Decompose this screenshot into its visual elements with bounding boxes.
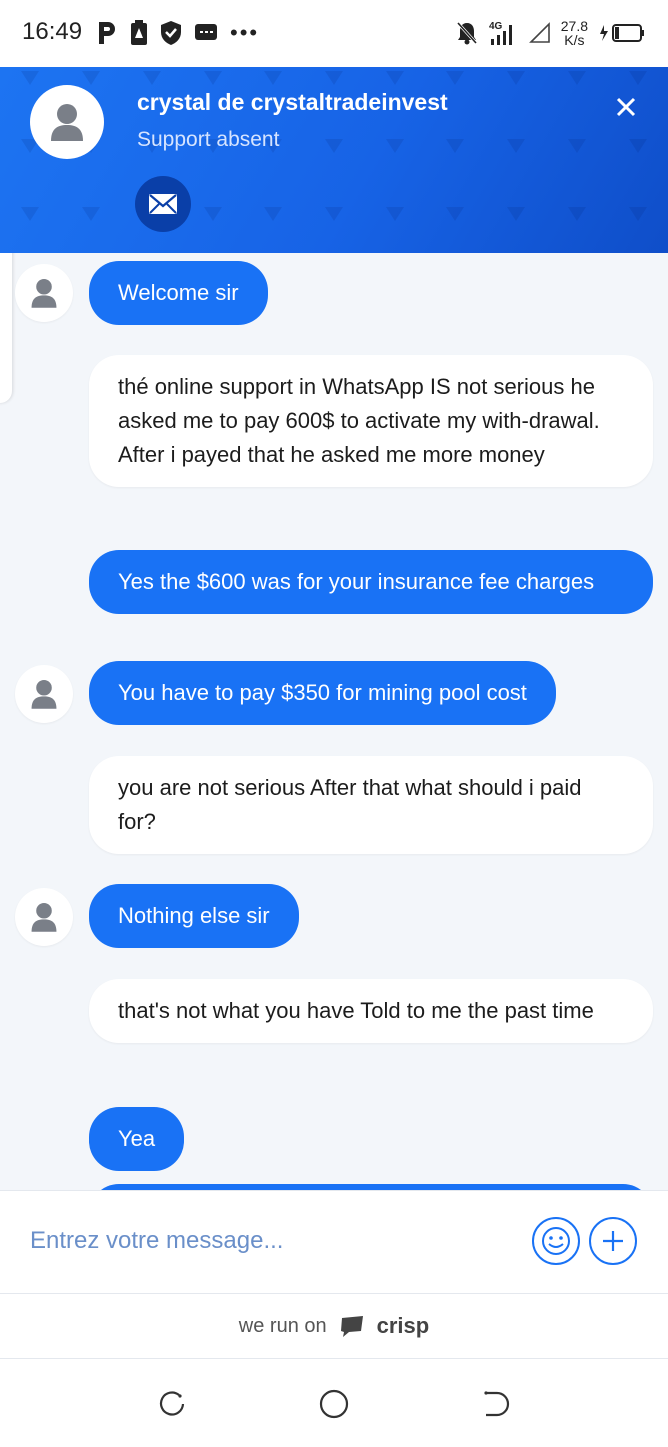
more-notifications-icon: ••• — [230, 20, 260, 45]
close-icon — [616, 97, 636, 117]
status-time: 16:49 — [22, 18, 83, 45]
recents-icon — [159, 1391, 185, 1416]
network-speed: 27.8 K/s — [561, 19, 588, 47]
drawer-handle[interactable] — [0, 253, 12, 403]
battery-saver-icon — [130, 20, 148, 46]
emoji-icon — [542, 1227, 570, 1255]
user-avatar-icon — [31, 903, 57, 932]
availability-status: Support absent — [137, 128, 280, 151]
parking-app-icon — [96, 20, 118, 46]
system-navigation-bar — [0, 1360, 668, 1447]
shield-icon — [160, 20, 182, 46]
recents-button[interactable] — [154, 1386, 190, 1422]
user-message: you are not serious After that what shou… — [89, 756, 653, 854]
header-pattern — [0, 139, 668, 159]
operator-avatar — [15, 888, 73, 946]
user-avatar-icon — [51, 104, 83, 141]
attach-button[interactable] — [589, 1217, 637, 1265]
chat-header: crystal de crystaltradeinvest Support ab… — [0, 67, 668, 253]
user-avatar-icon — [31, 680, 57, 709]
speed-unit: K/s — [564, 32, 585, 48]
header-pattern — [0, 71, 668, 91]
speed-value: 27.8 — [560, 18, 588, 34]
notification-icons: ••• — [96, 18, 259, 48]
mute-icon — [455, 20, 479, 46]
network-type-label: 4G — [489, 21, 503, 32]
crisp-logo-icon — [340, 1316, 363, 1337]
home-icon — [319, 1389, 349, 1419]
signal-empty-icon — [528, 22, 551, 44]
back-button[interactable] — [478, 1386, 514, 1422]
message-composer — [0, 1190, 668, 1294]
crisp-brand-name: crisp — [376, 1313, 430, 1338]
status-bar: 16:49 ••• 4G 27.8 K/s — [0, 0, 668, 67]
message-input[interactable] — [30, 1219, 510, 1263]
home-button[interactable] — [316, 1386, 352, 1422]
close-button[interactable] — [608, 89, 644, 125]
operator-avatar — [30, 85, 104, 159]
powered-by[interactable]: we run on crisp — [0, 1294, 668, 1359]
user-message: thé online support in WhatsApp IS not se… — [89, 355, 653, 487]
header-pattern — [0, 207, 668, 227]
back-icon — [484, 1391, 510, 1417]
message-icon — [194, 22, 218, 44]
operator-message: Yes the $600 was for your insurance fee … — [89, 550, 653, 614]
signal-icon: 4G — [489, 19, 519, 47]
plus-icon — [603, 1231, 623, 1251]
mail-icon — [149, 194, 177, 214]
operator-message: You have to pay $350 for mining pool cos… — [89, 661, 556, 725]
chat-messages[interactable]: Welcome sir thé online support in WhatsA… — [0, 253, 668, 1190]
operator-message: Yea — [89, 1107, 185, 1171]
operator-message: Nothing else sir — [89, 884, 299, 948]
battery-charging-icon — [598, 21, 646, 45]
operator-name: crystal de crystaltradeinvest — [137, 89, 448, 115]
operator-avatar — [15, 665, 73, 723]
powered-by-label: we run on — [238, 1314, 327, 1337]
user-message: that's not what you have Told to me the … — [89, 979, 653, 1043]
emoji-button[interactable] — [532, 1217, 580, 1265]
operator-message: Welcome sir — [89, 261, 268, 325]
email-button[interactable] — [135, 176, 191, 232]
user-avatar-icon — [31, 279, 57, 308]
system-icons: 4G 27.8 K/s — [455, 14, 646, 52]
operator-avatar — [15, 264, 73, 322]
